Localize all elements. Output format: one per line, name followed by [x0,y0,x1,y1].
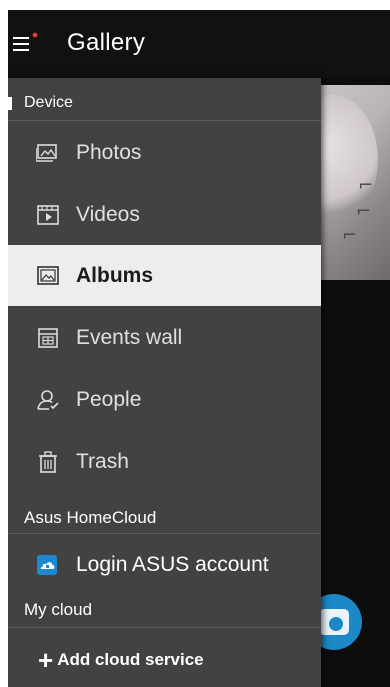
drawer-item-label: Events wall [76,325,183,349]
photo-detail: ⌐ [358,175,374,196]
drawer-item-photos[interactable]: Photos [8,122,321,183]
add-cloud-service-label: Add cloud service [57,650,204,669]
drawer-item-videos[interactable]: Videos [8,184,321,245]
mycloud-section-header: My cloud [24,600,93,619]
photo-detail: ⌐ [356,201,372,222]
drawer-item-people[interactable]: People [8,369,321,430]
drawer-item-label: People [76,387,142,411]
drawer-item-albums[interactable]: Albums [8,245,321,306]
plus-icon: + [38,645,54,675]
app-title: Gallery [67,29,146,56]
notification-dot-icon [32,32,38,38]
add-cloud-service-button[interactable]: + Add cloud service [38,645,204,675]
drawer-item-label: Photos [76,140,142,164]
gallery-screen: ⌐ ⌐ ⌐ Gallery Device Photos Videos Album… [8,10,390,687]
section-indicator [8,97,12,110]
homecloud-section-header: Asus HomeCloud [24,508,157,527]
drawer-item-events-wall[interactable]: Events wall [8,307,321,368]
menu-icon[interactable] [13,32,39,54]
trash-icon [39,451,57,473]
drawer-item-label: Videos [76,202,140,226]
login-label: Login ASUS account [76,553,269,576]
divider [8,533,321,534]
navigation-drawer: Device Photos Videos Albums Events wall … [8,78,321,687]
divider [8,627,321,628]
albums-icon [37,266,59,285]
photo-detail: ⌐ [342,225,358,246]
events-wall-icon [38,328,58,348]
divider [8,120,321,121]
drawer-item-label: Trash [76,449,129,473]
device-section-header: Device [24,94,73,111]
drawer-item-trash[interactable]: Trash [8,431,321,492]
photos-icon [36,144,57,162]
app-bar: Gallery [8,10,390,78]
videos-icon [37,205,59,225]
login-asus-account-item[interactable]: Login ASUS account [8,535,321,595]
asus-homecloud-icon [37,555,57,575]
people-icon [37,390,59,410]
drawer-item-label: Albums [76,263,154,287]
